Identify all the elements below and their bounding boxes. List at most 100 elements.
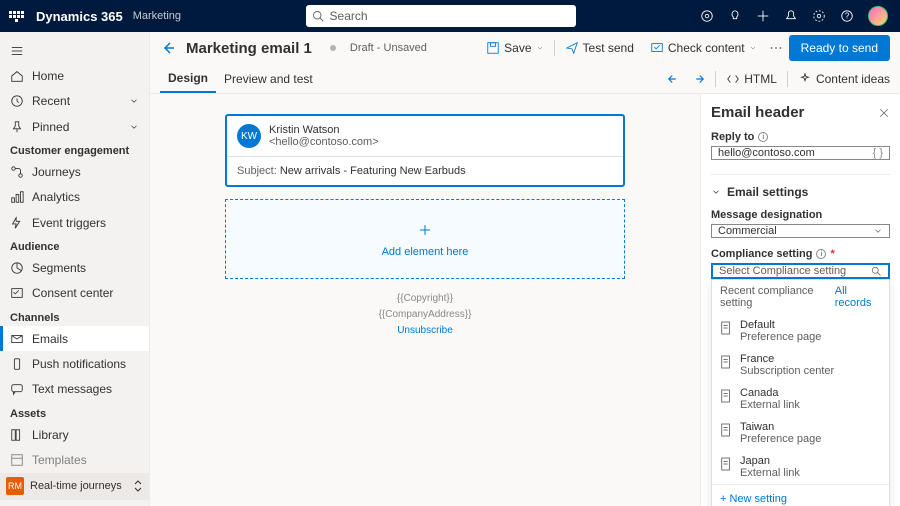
email-settings-toggle[interactable]: Email settings (711, 185, 890, 199)
compliance-option[interactable]: France Subscription center (712, 348, 889, 382)
save-label: Save (504, 41, 531, 55)
separator (711, 174, 890, 175)
undo-button[interactable] (667, 72, 681, 86)
compliance-option[interactable]: Japan External link (712, 450, 889, 484)
settings-icon[interactable] (812, 9, 826, 23)
undo-icon (667, 72, 681, 86)
compliance-option[interactable]: Canada External link (712, 382, 889, 416)
nav-journeys[interactable]: Journeys (0, 159, 149, 184)
back-arrow-icon[interactable] (160, 40, 176, 56)
push-icon (10, 357, 24, 371)
nav-event-triggers[interactable]: Event triggers (0, 210, 149, 235)
option-name: Default (740, 319, 821, 331)
all-records-link[interactable]: All records (835, 285, 881, 309)
content-ideas-label: Content ideas (816, 72, 890, 86)
code-icon (726, 72, 740, 86)
compliance-label: Compliance setting i * (711, 248, 890, 260)
redo-button[interactable] (691, 72, 705, 86)
from-name: Kristin Watson (269, 124, 379, 136)
reply-to-input[interactable]: hello@contoso.com { } (711, 146, 890, 160)
tab-preview[interactable]: Preview and test (216, 66, 321, 92)
option-sub: Preference page (740, 331, 821, 343)
nav-text[interactable]: Text messages (0, 377, 149, 402)
nav-pinned[interactable]: Pinned (0, 114, 149, 139)
nav-journeys-label: Journeys (32, 165, 81, 179)
content-ideas-button[interactable]: Content ideas (798, 72, 890, 86)
nav-segments[interactable]: Segments (0, 255, 149, 280)
nav-push[interactable]: Push notifications (0, 351, 149, 376)
send-icon (565, 41, 579, 55)
help-icon[interactable]: ? (840, 9, 854, 23)
html-button[interactable]: HTML (726, 72, 777, 86)
subject-value: New arrivals - Featuring New Earbuds (280, 165, 466, 177)
chevron-down-icon (749, 44, 757, 52)
global-search[interactable]: Search (306, 5, 576, 27)
content-area: Marketing email 1 Draft - Unsaved Save T… (150, 32, 900, 506)
nav-pinned-label: Pinned (32, 120, 69, 134)
ready-to-send-button[interactable]: Ready to send (789, 35, 890, 61)
status-text: Draft - Unsaved (350, 42, 427, 54)
area-label: Real-time journeys (30, 480, 122, 492)
page-title: Marketing email 1 (186, 40, 312, 57)
save-button[interactable]: Save (480, 38, 549, 58)
divider (787, 71, 788, 87)
analytics-icon (10, 190, 24, 204)
divider (554, 40, 555, 56)
option-name: Canada (740, 387, 800, 399)
add-element-label: Add element here (382, 246, 469, 258)
option-name: Taiwan (740, 421, 821, 433)
nav-toggle[interactable] (0, 38, 149, 63)
nav-push-label: Push notifications (32, 357, 126, 371)
compliance-option[interactable]: Taiwan Preference page (712, 416, 889, 450)
nav-text-label: Text messages (32, 382, 112, 396)
redo-icon (691, 72, 705, 86)
footer-unsubscribe[interactable]: Unsubscribe (237, 323, 613, 339)
chevron-down-icon (129, 122, 139, 132)
overflow-button[interactable] (767, 38, 785, 58)
check-icon (650, 41, 664, 55)
info-icon[interactable]: i (758, 132, 768, 142)
compliance-option[interactable]: Default Preference page (712, 314, 889, 348)
notifications-icon[interactable] (784, 9, 798, 23)
info-icon[interactable]: i (816, 249, 826, 259)
check-content-button[interactable]: Check content (644, 38, 763, 58)
nav-analytics[interactable]: Analytics (0, 185, 149, 210)
add-icon[interactable] (756, 9, 770, 23)
nav-library[interactable]: Library (0, 422, 149, 447)
test-send-label: Test send (583, 41, 634, 55)
footer-address: {{CompanyAddress}} (237, 307, 613, 323)
inspector-close[interactable] (878, 107, 890, 119)
area-switcher[interactable]: RM Real-time journeys (0, 473, 149, 500)
option-sub: External link (740, 467, 800, 479)
nav-recent[interactable]: Recent (0, 89, 149, 114)
area-badge: RM (6, 477, 24, 495)
add-element-block[interactable]: Add element here (225, 199, 625, 279)
sparkle-icon (798, 72, 812, 86)
nav-recent-label: Recent (32, 94, 70, 108)
nav-templates[interactable]: Templates (0, 447, 149, 472)
designation-select[interactable]: Commercial (711, 224, 890, 238)
assistant-icon[interactable] (700, 9, 714, 23)
nav-segments-label: Segments (32, 261, 86, 275)
search-placeholder: Search (330, 9, 368, 23)
updown-icon (133, 479, 143, 493)
email-canvas: KW Kristin Watson <hello@contoso.com> Su… (150, 94, 700, 506)
tab-design[interactable]: Design (160, 65, 216, 93)
email-header-block[interactable]: KW Kristin Watson <hello@contoso.com> Su… (225, 114, 625, 187)
braces-icon[interactable]: { } (873, 147, 883, 159)
compliance-dropdown: Recent compliance setting All records De… (711, 279, 890, 506)
reply-to-label: Reply to i (711, 131, 890, 143)
app-subtitle: Marketing (133, 10, 181, 22)
idea-icon[interactable] (728, 9, 742, 23)
nav-home[interactable]: Home (0, 63, 149, 88)
test-send-button[interactable]: Test send (559, 38, 640, 58)
from-avatar: KW (237, 124, 261, 148)
nav-emails[interactable]: Emails (0, 326, 149, 351)
compliance-lookup[interactable]: Select Compliance setting (711, 263, 890, 279)
nav-consent[interactable]: Consent center (0, 281, 149, 306)
user-avatar[interactable] (868, 6, 888, 26)
new-setting-button[interactable]: + New setting (712, 484, 889, 506)
email-settings-label: Email settings (727, 185, 808, 199)
app-launcher-icon[interactable] (6, 6, 26, 26)
nav-emails-label: Emails (32, 332, 68, 346)
